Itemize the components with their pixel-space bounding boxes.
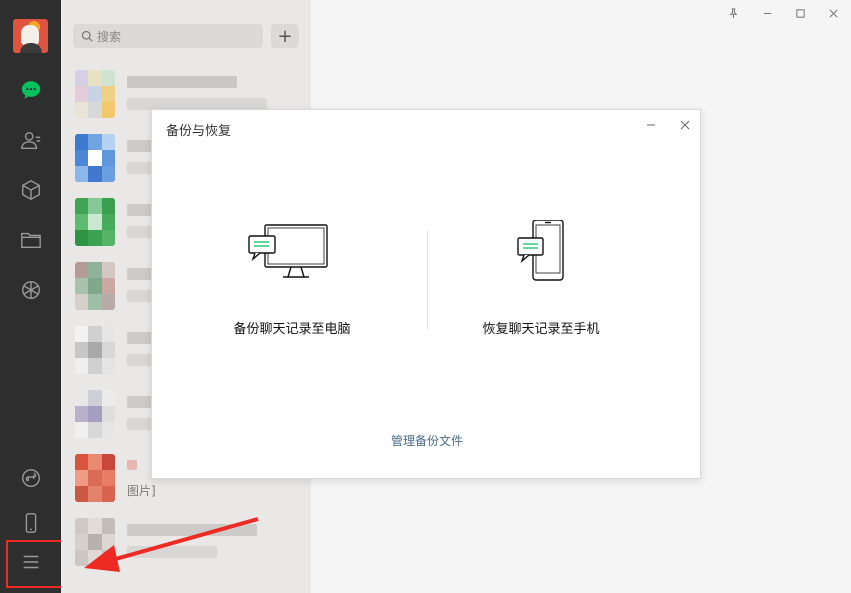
files-icon[interactable] bbox=[15, 224, 47, 256]
backup-to-pc-button[interactable]: 备份聊天记录至电脑 bbox=[182, 220, 402, 340]
minimize-icon[interactable] bbox=[755, 4, 779, 22]
moments-icon[interactable] bbox=[15, 274, 47, 306]
backup-restore-dialog: 备份与恢复 备份聊天记录至电脑 恢复聊天记录至手机 管理备份文件 bbox=[151, 109, 701, 479]
maximize-icon[interactable] bbox=[788, 4, 812, 22]
options-divider bbox=[427, 230, 428, 330]
dialog-close-icon[interactable] bbox=[676, 116, 694, 134]
restore-label: 恢复聊天记录至手机 bbox=[482, 322, 600, 337]
close-icon[interactable] bbox=[821, 4, 845, 22]
search-icon bbox=[81, 30, 93, 42]
dialog-title: 备份与恢复 bbox=[166, 124, 232, 139]
backup-label: 备份聊天记录至电脑 bbox=[233, 322, 351, 337]
add-button[interactable]: + bbox=[271, 24, 299, 48]
phone-icon[interactable] bbox=[15, 507, 47, 539]
miniprogram-icon[interactable] bbox=[15, 462, 47, 494]
dialog-minimize-icon[interactable] bbox=[642, 116, 660, 134]
phone-chat-icon bbox=[517, 220, 564, 281]
chat-icon[interactable] bbox=[15, 74, 47, 106]
menu-highlight-box bbox=[6, 540, 65, 588]
search-placeholder: 搜索 bbox=[97, 29, 122, 44]
manage-backup-files-link[interactable]: 管理备份文件 bbox=[152, 432, 702, 449]
sidebar-nav bbox=[0, 0, 61, 593]
favorites-icon[interactable] bbox=[15, 174, 47, 206]
computer-chat-icon bbox=[248, 224, 328, 278]
search-input[interactable]: 搜索 bbox=[73, 24, 263, 48]
list-item[interactable] bbox=[61, 512, 311, 576]
restore-to-phone-button[interactable]: 恢复聊天记录至手机 bbox=[431, 220, 651, 340]
list-item-snippet: 图片] bbox=[127, 484, 156, 498]
avatar[interactable] bbox=[13, 19, 48, 53]
contacts-icon[interactable] bbox=[15, 124, 47, 156]
wechat-window: 搜索 + 图片] 备份与恢复 备份聊天记录至电脑 恢复聊天记录至手机 管理备份文… bbox=[0, 0, 851, 593]
pin-icon[interactable] bbox=[721, 4, 745, 22]
